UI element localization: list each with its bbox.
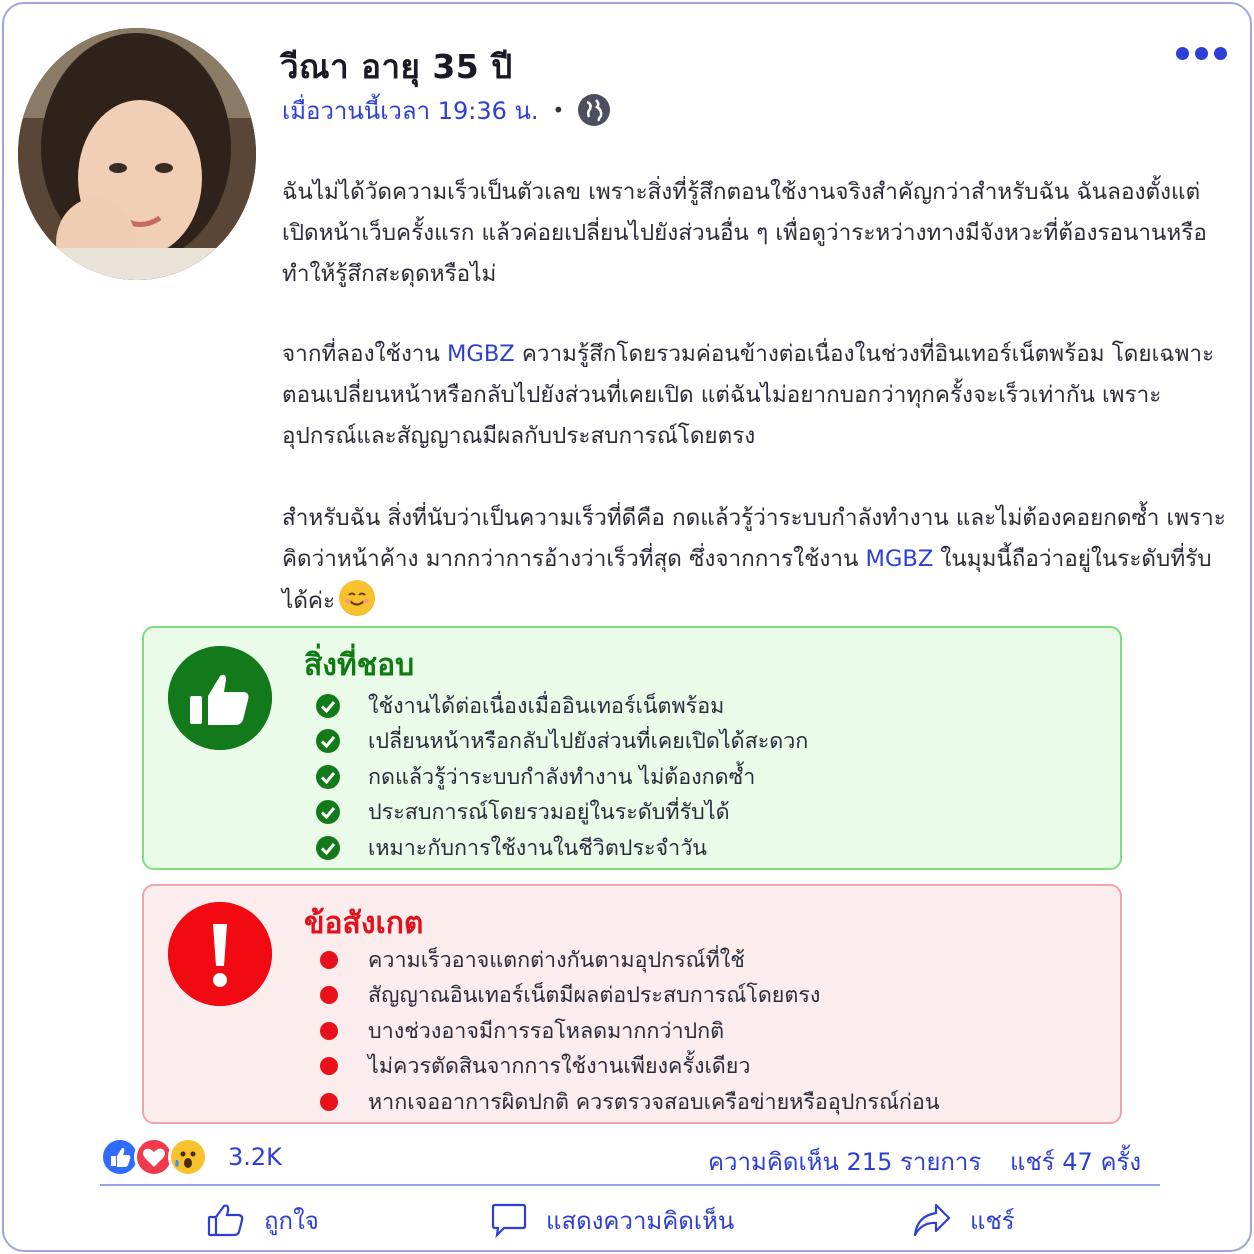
post-card: วีณา อายุ 35 ปี เมื่อวานนี้เวลา 19:36 น.… [2, 2, 1252, 1252]
more-dot-icon [1214, 46, 1227, 60]
list-item: สัญญาณอินเทอร์เน็ตมีผลต่อประสบการณ์โดยตร… [316, 978, 940, 1014]
notes-title: ข้อสังเกต [304, 906, 424, 941]
wow-reaction-icon [168, 1137, 208, 1177]
list-item-text: ประสบการณ์โดยรวมอยู่ในระดับที่รับได้ [368, 800, 730, 826]
divider [100, 1184, 1160, 1186]
more-dot-icon [1176, 46, 1189, 60]
list-item-text: ใช้งานได้ต่อเนื่องเมื่ออินเทอร์เน็ตพร้อม [368, 693, 725, 719]
list-item: ความเร็วอาจแตกต่างกันตามอุปกรณ์ที่ใช้ [316, 942, 940, 978]
list-item: บางช่วงอาจมีการรอโหลดมากกว่าปกติ [316, 1013, 940, 1049]
reactions-summary[interactable]: 3.2K [100, 1136, 282, 1178]
avatar-portrait [18, 28, 256, 280]
list-item: ไม่ควรตัดสินจากการใช้งานเพียงครั้งเดียว [316, 1049, 940, 1085]
list-item: ประสบการณ์โดยรวมอยู่ในระดับที่รับได้ [316, 795, 808, 831]
comment-bubble-icon [490, 1201, 528, 1239]
check-icon [316, 693, 340, 718]
globe-icon [578, 94, 611, 126]
thumbs-up-icon [206, 1202, 246, 1238]
list-item-text: หากเจออาการผิดปกติ ควรตรวจสอบเครือข่ายหร… [368, 1089, 940, 1115]
list-item-text: กดแล้วรู้ว่าระบบกำลังทำงาน ไม่ต้องกดซ้ำ [368, 764, 756, 790]
check-icon [316, 835, 340, 860]
meta-separator: • [552, 98, 565, 122]
comment-button-label: แสดงความคิดเห็น [546, 1206, 735, 1235]
brand-link[interactable]: MGBZ [447, 341, 515, 367]
share-button[interactable]: แชร์ [912, 1200, 1015, 1240]
list-item: หากเจออาการผิดปกติ ควรตรวจสอบเครือข่ายหร… [316, 1084, 940, 1120]
bullet-icon [320, 1021, 338, 1040]
share-button-label: แชร์ [970, 1206, 1015, 1235]
list-item: ใช้งานได้ต่อเนื่องเมื่ออินเทอร์เน็ตพร้อม [316, 688, 808, 724]
list-item: เปลี่ยนหน้าหรือกลับไปยังส่วนที่เคยเปิดได… [316, 724, 808, 760]
check-icon [316, 729, 340, 754]
author-name[interactable]: วีณา อายุ 35 ปี [280, 40, 513, 93]
like-button-label: ถูกใจ [264, 1206, 319, 1235]
avatar[interactable] [18, 28, 256, 280]
list-item-text: บางช่วงอาจมีการรอโหลดมากกว่าปกติ [368, 1018, 725, 1044]
list-item: กดแล้วรู้ว่าระบบกำลังทำงาน ไม่ต้องกดซ้ำ [316, 759, 808, 795]
post-paragraph-1: ฉันไม่ได้วัดความเร็วเป็นตัวเลข เพราะสิ่ง… [282, 179, 1207, 287]
notes-list: ความเร็วอาจแตกต่างกันตามอุปกรณ์ที่ใช้ สั… [316, 942, 940, 1120]
exclamation-icon [168, 902, 272, 1006]
smiling-face-emoji-icon [339, 580, 376, 616]
thumbs-up-icon [168, 646, 272, 750]
likes-box: สิ่งที่ชอบ ใช้งานได้ต่อเนื่องเมื่ออินเทอ… [142, 626, 1122, 870]
list-item-text: ไม่ควรตัดสินจากการใช้งานเพียงครั้งเดียว [368, 1054, 751, 1080]
list-item-text: ความเร็วอาจแตกต่างกันตามอุปกรณ์ที่ใช้ [368, 947, 745, 973]
bullet-icon [320, 1057, 338, 1076]
check-icon [316, 800, 340, 825]
bullet-icon [320, 950, 338, 969]
notes-box: ข้อสังเกต ความเร็วอาจแตกต่างกันตามอุปกรณ… [142, 884, 1122, 1124]
paragraph-text: จากที่ลองใช้งาน [282, 341, 447, 367]
post-paragraph-3: สำหรับฉัน สิ่งที่นับว่าเป็นความเร็วที่ดี… [282, 498, 1232, 622]
more-dot-icon [1195, 46, 1208, 60]
share-arrow-icon [912, 1201, 952, 1239]
like-button[interactable]: ถูกใจ [206, 1200, 319, 1240]
post-meta: เมื่อวานนี้เวลา 19:36 น. • [282, 91, 611, 130]
list-item: เหมาะกับการใช้งานในชีวิตประจำวัน [316, 830, 808, 866]
likes-title: สิ่งที่ชอบ [304, 648, 415, 683]
more-options-button[interactable] [1176, 42, 1232, 64]
list-item-text: เปลี่ยนหน้าหรือกลับไปยังส่วนที่เคยเปิดได… [368, 729, 809, 755]
list-item-text: สัญญาณอินเทอร์เน็ตมีผลต่อประสบการณ์โดยตร… [368, 983, 821, 1009]
post-paragraph-2: จากที่ลองใช้งาน MGBZ ความรู้สึกโดยรวมค่อ… [282, 334, 1232, 457]
post-timestamp[interactable]: เมื่อวานนี้เวลา 19:36 น. [282, 91, 539, 130]
comment-button[interactable]: แสดงความคิดเห็น [490, 1200, 734, 1240]
check-icon [316, 764, 340, 789]
comment-count[interactable]: ความคิดเห็น 215 รายการ [708, 1142, 981, 1181]
share-count[interactable]: แชร์ 47 ครั้ง [1010, 1142, 1141, 1181]
list-item-text: เหมาะกับการใช้งานในชีวิตประจำวัน [368, 835, 707, 861]
bullet-icon [320, 1092, 338, 1111]
likes-list: ใช้งานได้ต่อเนื่องเมื่ออินเทอร์เน็ตพร้อม… [316, 688, 808, 866]
bullet-icon [320, 986, 338, 1005]
reaction-count[interactable]: 3.2K [228, 1143, 282, 1171]
brand-link[interactable]: MGBZ [866, 546, 934, 572]
